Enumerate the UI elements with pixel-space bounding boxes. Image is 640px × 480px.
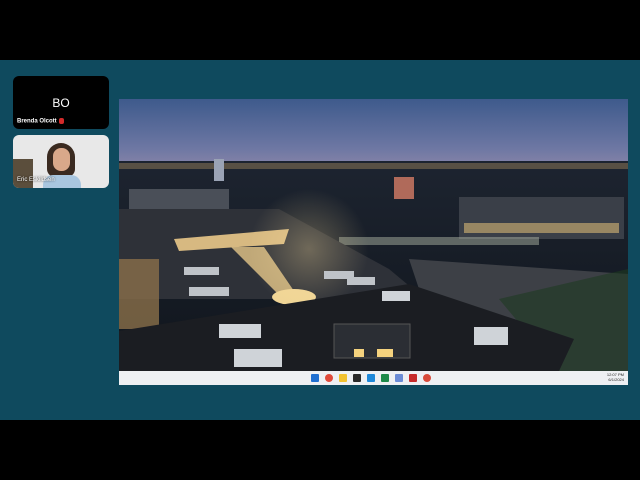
lit-window	[377, 349, 393, 357]
participant-name-text: Brenda Olcott	[17, 119, 57, 125]
highway	[339, 237, 539, 245]
participant-name: Brenda Olcott	[17, 118, 64, 125]
file-explorer-icon[interactable]	[339, 374, 347, 382]
windows-taskbar: 12:07 PM 6/1/2024	[119, 371, 628, 385]
office-windows	[464, 223, 619, 233]
windows-start-icon[interactable]	[311, 374, 319, 382]
tower-building	[214, 159, 224, 181]
rooftop-structure	[333, 323, 411, 359]
sky	[119, 99, 628, 169]
lit-facade	[119, 259, 159, 329]
hvac-unit	[347, 277, 375, 285]
hvac-unit	[234, 349, 282, 367]
hvac-unit	[184, 267, 219, 275]
participant-tile-brenda[interactable]: BO Brenda Olcott	[13, 76, 109, 129]
background-shelf	[13, 159, 33, 188]
paint-icon[interactable]	[395, 374, 403, 382]
filezilla-icon[interactable]	[409, 374, 417, 382]
clock-date: 6/1/2024	[608, 377, 624, 382]
lit-window	[354, 349, 364, 357]
terminal-icon[interactable]	[353, 374, 361, 382]
hvac-unit	[189, 287, 229, 296]
participant-initials: BO	[52, 96, 70, 110]
hvac-unit	[474, 327, 508, 345]
excel-icon[interactable]	[381, 374, 389, 382]
light-glow	[249, 189, 369, 309]
app-icon[interactable]	[423, 374, 431, 382]
tower-building	[394, 177, 414, 199]
shared-screen[interactable]: 12:07 PM 6/1/2024	[119, 99, 628, 385]
participant-name: Eric Eskildsen	[17, 177, 55, 183]
taskbar-clock[interactable]: 12:07 PM 6/1/2024	[607, 372, 624, 382]
hvac-unit	[219, 324, 261, 338]
meeting-stage: BO Brenda Olcott Eric Eskildsen 12:07 PM…	[0, 60, 640, 420]
horizon-lights	[119, 163, 628, 169]
mic-muted-icon	[58, 118, 64, 125]
hvac-unit	[382, 291, 410, 301]
chrome-icon[interactable]	[325, 374, 333, 382]
aerial-night-photo	[119, 99, 628, 371]
participant-tile-eric[interactable]: Eric Eskildsen	[13, 135, 109, 188]
participant-video-face	[53, 148, 70, 171]
vscode-icon[interactable]	[367, 374, 375, 382]
